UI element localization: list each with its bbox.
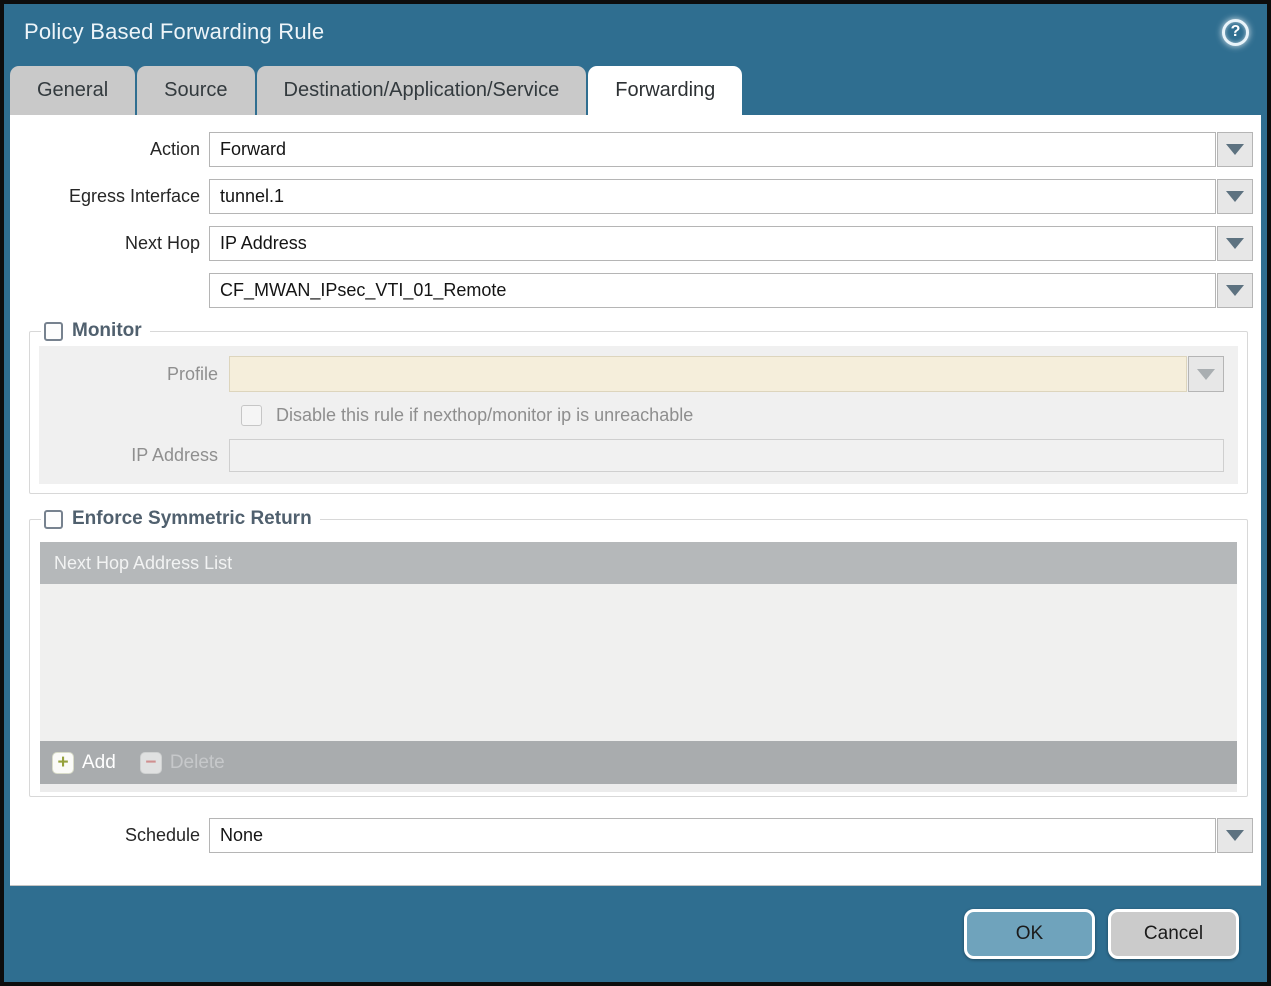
add-button-label: Add [82, 751, 116, 773]
help-icon[interactable]: ? [1222, 18, 1249, 46]
tab-forwarding[interactable]: Forwarding [588, 66, 743, 115]
egress-interface-label: Egress Interface [68, 186, 200, 206]
chevron-down-icon [1226, 238, 1244, 249]
tab-content-forwarding: Action Forward Egress Interface tunnel.1… [10, 115, 1261, 886]
monitor-title: Monitor [72, 320, 142, 341]
plus-icon: + [52, 751, 74, 774]
disable-rule-row: Disable this rule if nexthop/monitor ip … [241, 405, 1226, 426]
symmetric-return-section: Enforce Symmetric Return Next Hop Addres… [29, 508, 1248, 797]
action-row: Action Forward [10, 132, 1261, 167]
schedule-dropdown-button[interactable] [1217, 818, 1253, 853]
next-hop-type-dropdown-button[interactable] [1217, 226, 1253, 261]
next-hop-address-column-header: Next Hop Address List [54, 552, 233, 573]
pbf-rule-dialog: Policy Based Forwarding Rule ? General S… [0, 0, 1271, 986]
delete-button-label: Delete [169, 751, 225, 773]
action-dropdown-button[interactable] [1217, 132, 1253, 167]
monitor-ip-label: IP Address [131, 445, 218, 465]
monitor-legend: Monitor [41, 320, 150, 342]
tab-source[interactable]: Source [137, 66, 255, 115]
egress-interface-select[interactable]: tunnel.1 [209, 179, 1216, 214]
add-button[interactable]: + Add [52, 751, 116, 774]
ok-button[interactable]: OK [964, 909, 1095, 959]
next-hop-address-table-footer: + Add − Delete [40, 741, 1237, 784]
profile-row: Profile [51, 356, 1226, 392]
monitor-section: Monitor Profile Disable this rule if nex… [29, 320, 1248, 494]
next-hop-row: Next Hop IP Address [10, 226, 1261, 261]
next-hop-address-table: Next Hop Address List + Add − Delete [40, 542, 1237, 792]
tab-bar: General Source Destination/Application/S… [4, 60, 1267, 115]
next-hop-type-select[interactable]: IP Address [209, 226, 1216, 261]
chevron-down-icon [1197, 368, 1215, 380]
profile-dropdown-button [1188, 356, 1224, 392]
disable-rule-checkbox [241, 405, 262, 426]
next-hop-address-select[interactable]: CF_MWAN_IPsec_VTI_01_Remote [209, 273, 1216, 308]
dialog-title: Policy Based Forwarding Rule [24, 19, 325, 44]
monitor-ip-row: IP Address [51, 439, 1226, 472]
monitor-ip-input [229, 439, 1224, 472]
next-hop-address-table-header: Next Hop Address List [40, 542, 1237, 584]
delete-button: − Delete [139, 751, 225, 774]
cancel-button[interactable]: Cancel [1108, 909, 1239, 959]
egress-interface-row: Egress Interface tunnel.1 [10, 179, 1261, 214]
egress-interface-dropdown-button[interactable] [1217, 179, 1253, 214]
next-hop-address-row: CF_MWAN_IPsec_VTI_01_Remote [10, 273, 1261, 308]
tab-destination-application-service[interactable]: Destination/Application/Service [256, 66, 587, 115]
tab-general[interactable]: General [10, 66, 136, 115]
action-label: Action [149, 139, 200, 159]
schedule-label: Schedule [124, 825, 200, 845]
next-hop-address-table-body[interactable] [40, 584, 1237, 741]
next-hop-address-dropdown-button[interactable] [1217, 273, 1253, 308]
next-hop-label: Next Hop [124, 233, 200, 253]
title-bar: Policy Based Forwarding Rule ? [4, 4, 1267, 60]
symmetric-return-title: Enforce Symmetric Return [72, 508, 312, 529]
help-icon-glyph: ? [1230, 23, 1241, 40]
table-scrollbar-track [40, 784, 1237, 792]
schedule-select[interactable]: None [209, 818, 1216, 853]
action-select[interactable]: Forward [209, 132, 1216, 167]
symmetric-return-checkbox[interactable] [44, 509, 63, 529]
monitor-checkbox[interactable] [44, 321, 63, 341]
profile-label: Profile [166, 363, 218, 384]
symmetric-return-legend: Enforce Symmetric Return [41, 508, 320, 530]
profile-select [229, 356, 1187, 392]
dialog-footer: OK Cancel [4, 886, 1267, 982]
monitor-panel: Profile Disable this rule if nexthop/mon… [39, 346, 1238, 484]
chevron-down-icon [1226, 144, 1244, 155]
chevron-down-icon [1226, 285, 1244, 296]
chevron-down-icon [1226, 191, 1244, 202]
chevron-down-icon [1226, 830, 1244, 841]
disable-rule-label: Disable this rule if nexthop/monitor ip … [276, 405, 694, 425]
schedule-row: Schedule None [10, 818, 1261, 853]
minus-icon: − [139, 751, 162, 774]
